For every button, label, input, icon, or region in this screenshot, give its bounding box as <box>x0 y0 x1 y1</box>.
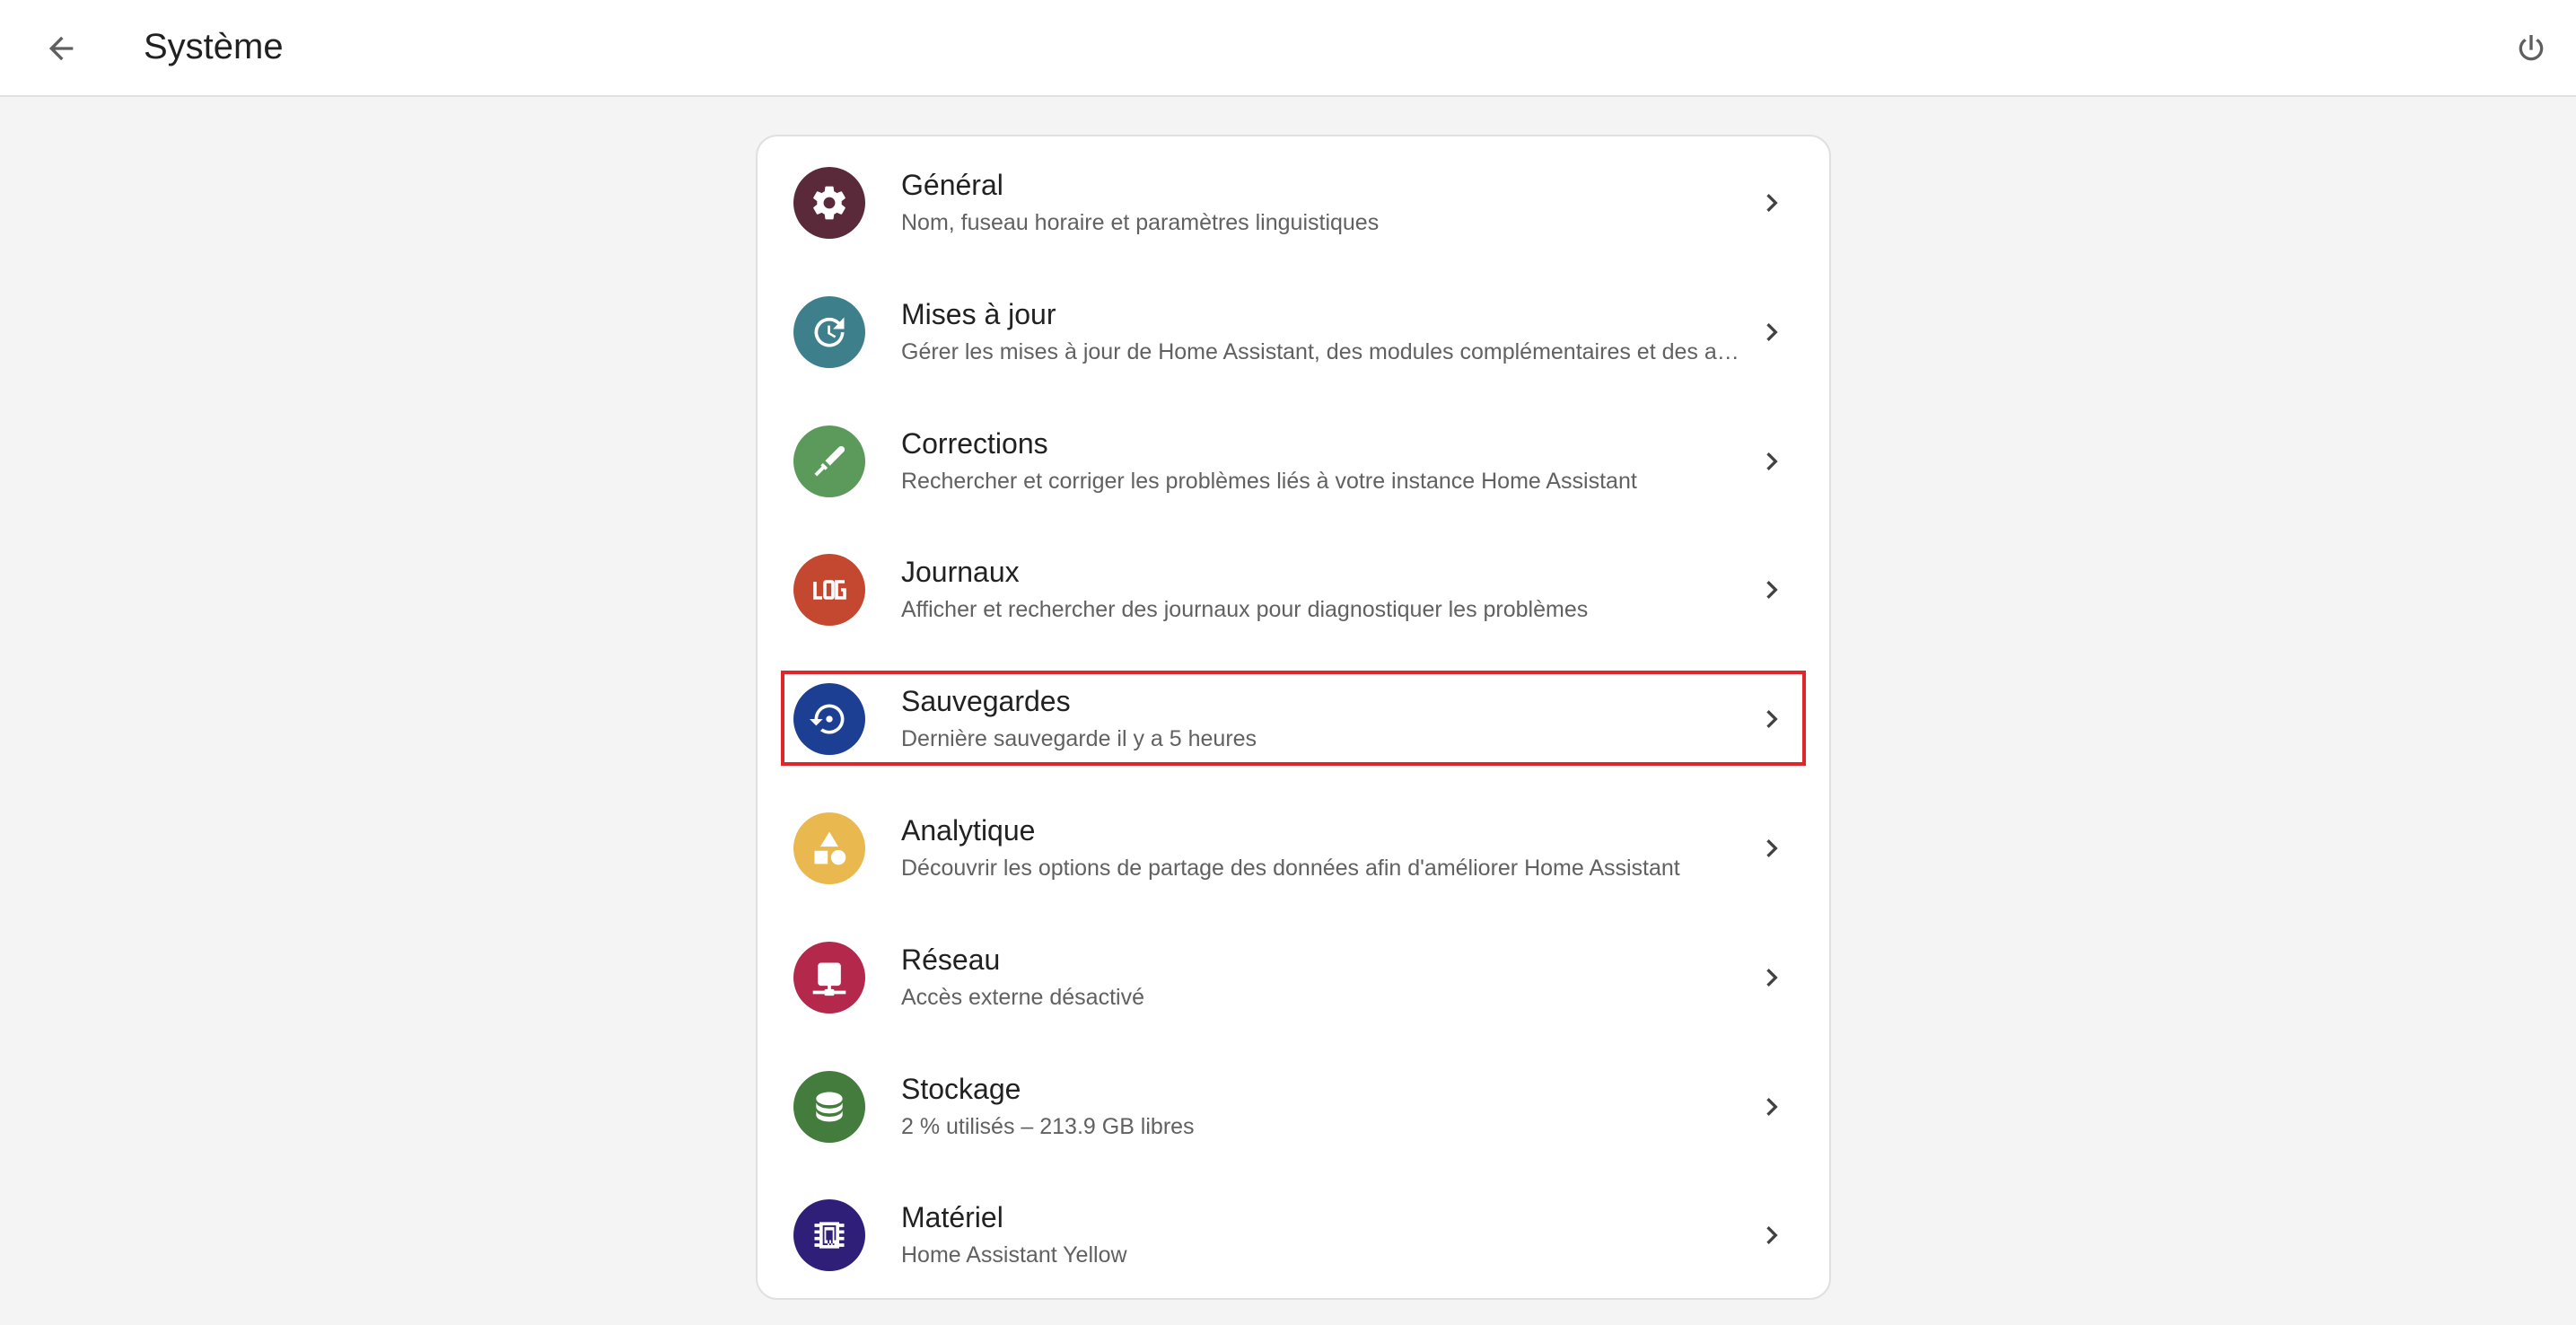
shapes-icon <box>810 829 849 868</box>
item-title: Matériel <box>901 1201 1003 1234</box>
database-icon <box>810 1087 849 1127</box>
item-subtitle: Afficher et rechercher des journaux pour… <box>901 597 1589 623</box>
settings-item-updates[interactable]: Mises à jour Gérer les mises à jour de H… <box>758 266 1829 395</box>
item-title: Journaux <box>901 556 1020 589</box>
settings-item-network[interactable]: Réseau Accès externe désactivé <box>758 911 1829 1040</box>
power-button[interactable] <box>2502 20 2560 77</box>
item-subtitle: Home Assistant Yellow <box>901 1242 1127 1268</box>
icon-badge <box>793 425 865 497</box>
update-icon <box>810 312 849 352</box>
chevron-right-icon <box>1754 960 1790 996</box>
chevron-right-icon <box>1754 185 1790 221</box>
item-title: Réseau <box>901 943 1001 976</box>
settings-item-backups[interactable]: Sauvegardes Dernière sauvegarde il y a 5… <box>758 653 1829 782</box>
item-subtitle: Découvrir les options de partage des don… <box>901 855 1680 881</box>
item-subtitle: Rechercher et corriger les problèmes lié… <box>901 468 1637 494</box>
item-title: Corrections <box>901 426 1048 460</box>
item-subtitle: 2 % utilisés – 213.9 GB libres <box>901 1113 1195 1139</box>
chevron-right-icon <box>1754 830 1790 866</box>
chevron-right-icon <box>1754 572 1790 608</box>
icon-badge <box>793 812 865 884</box>
item-subtitle: Nom, fuseau horaire et paramètres lingui… <box>901 210 1380 235</box>
item-subtitle: Gérer les mises à jour de Home Assistant… <box>901 338 1745 364</box>
settings-item-repairs[interactable]: Corrections Rechercher et corriger les p… <box>758 395 1829 524</box>
item-title: Sauvegardes <box>901 685 1071 718</box>
icon-badge <box>793 1070 865 1143</box>
chip-icon <box>810 1215 849 1255</box>
settings-item-hardware[interactable]: Matériel Home Assistant Yellow <box>758 1169 1829 1298</box>
icon-badge <box>793 554 865 627</box>
chevron-right-icon <box>1754 1089 1790 1125</box>
item-subtitle: Accès externe désactivé <box>901 984 1144 1010</box>
icon-badge <box>793 941 865 1013</box>
chevron-right-icon <box>1754 314 1790 350</box>
icon-badge <box>793 1199 865 1272</box>
item-title: Général <box>901 169 1003 201</box>
item-title: Stockage <box>901 1072 1021 1105</box>
system-settings-card: Général Nom, fuseau horaire et paramètre… <box>756 135 1831 1300</box>
chevron-right-icon <box>1754 443 1790 479</box>
page-title: Système <box>144 27 284 66</box>
item-subtitle: Dernière sauvegarde il y a 5 heures <box>901 726 1257 752</box>
back-button[interactable] <box>32 20 90 77</box>
settings-item-logs[interactable]: Journaux Afficher et rechercher des jour… <box>758 523 1829 653</box>
top-app-bar: Système <box>0 0 2576 97</box>
settings-item-general[interactable]: Général Nom, fuseau horaire et paramètre… <box>758 136 1829 266</box>
icon-badge <box>793 295 865 368</box>
settings-item-storage[interactable]: Stockage 2 % utilisés – 213.9 GB libres <box>758 1040 1829 1170</box>
arrow-left-icon <box>43 31 79 66</box>
icon-badge <box>793 167 865 239</box>
item-title: Mises à jour <box>901 297 1056 330</box>
gear-icon <box>810 183 849 223</box>
chevron-right-icon <box>1754 701 1790 737</box>
log-icon <box>808 568 851 611</box>
network-icon <box>810 958 849 997</box>
chevron-right-icon <box>1754 1217 1790 1253</box>
item-title: Analytique <box>901 813 1036 847</box>
power-icon <box>2513 31 2549 66</box>
backup-restore-icon <box>810 699 849 739</box>
settings-list: Général Nom, fuseau horaire et paramètre… <box>758 136 1829 1298</box>
settings-item-analytics[interactable]: Analytique Découvrir les options de part… <box>758 782 1829 911</box>
medical-bag-icon <box>810 442 849 481</box>
icon-badge <box>793 683 865 756</box>
